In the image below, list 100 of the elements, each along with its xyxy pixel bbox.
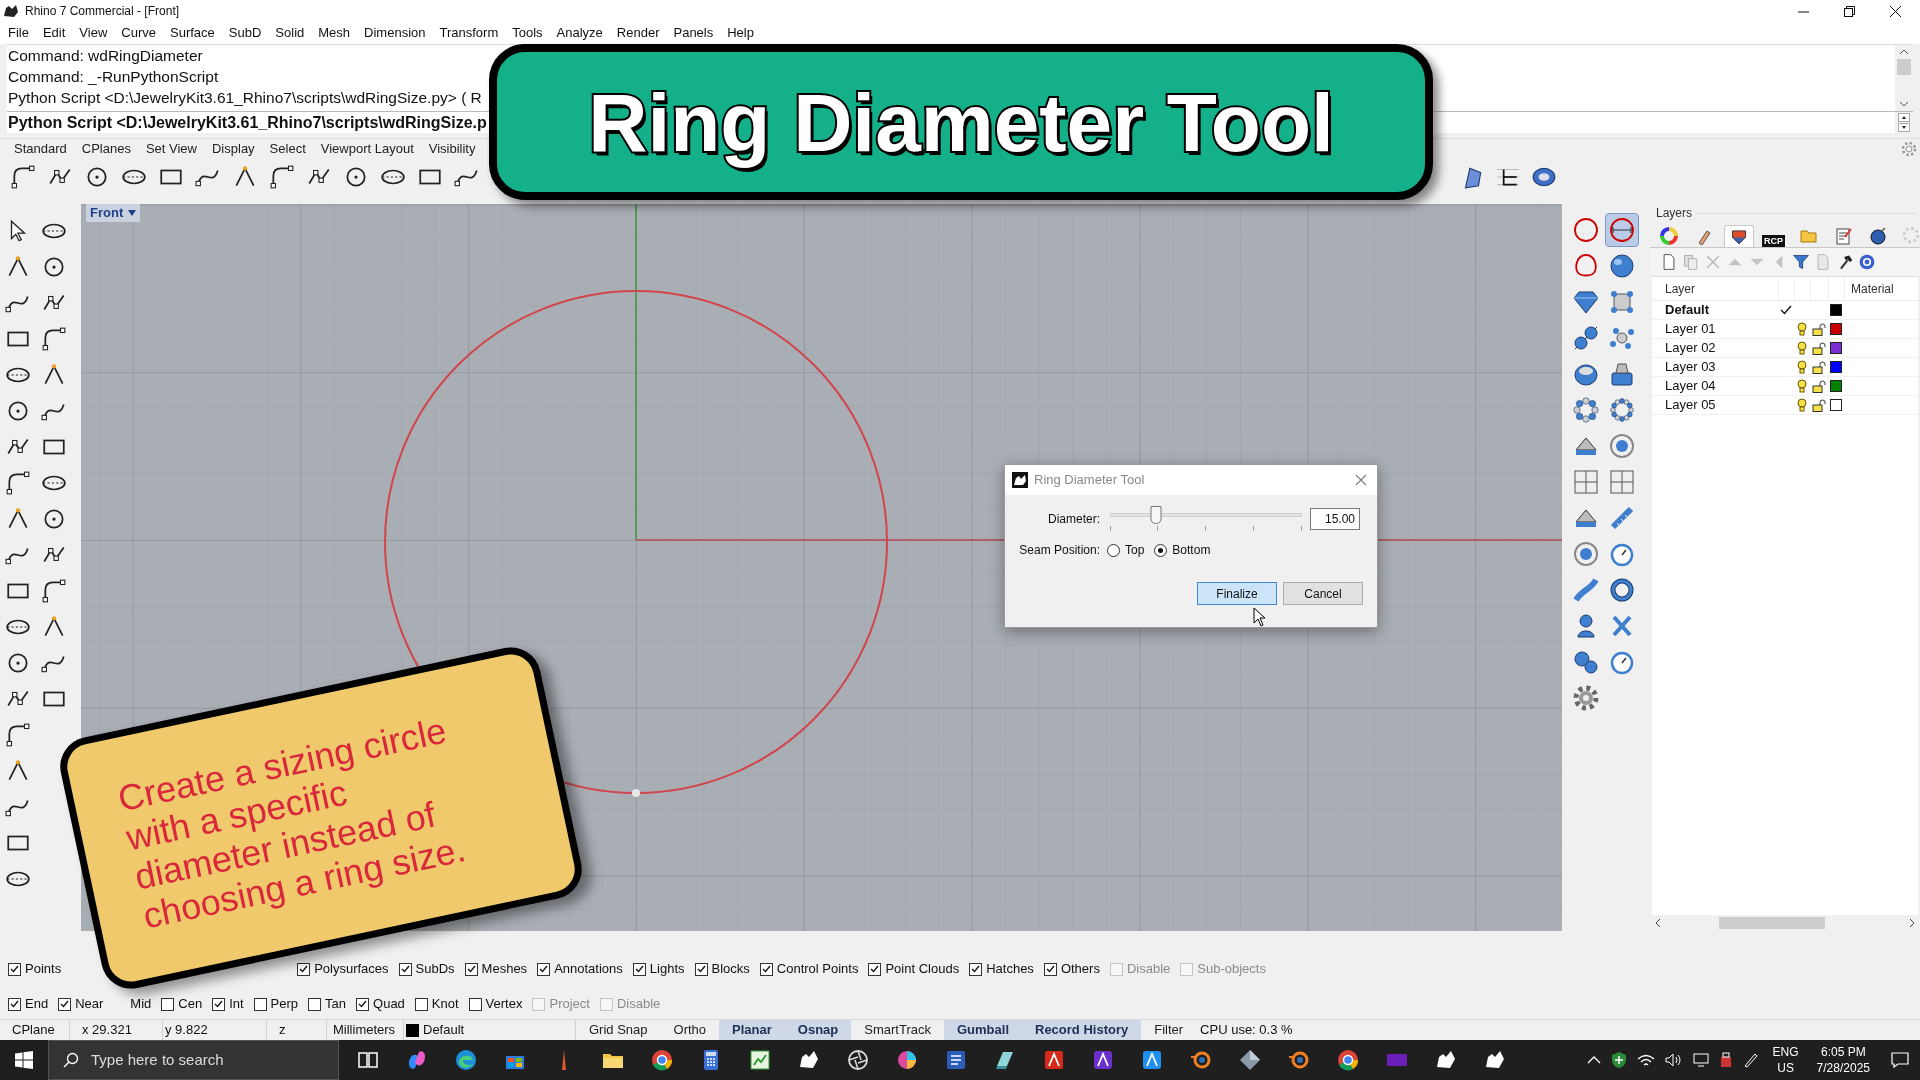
checkbox[interactable] [468, 997, 482, 1011]
display-icon[interactable] [1692, 1053, 1709, 1067]
osnap-label[interactable]: Int [229, 994, 244, 1014]
layer-color-swatch[interactable] [1830, 304, 1842, 316]
scroll-right-icon[interactable] [1909, 919, 1915, 927]
slider-track[interactable] [1110, 506, 1302, 524]
checkbox[interactable] [356, 997, 370, 1011]
spin-down-button[interactable] [1898, 123, 1910, 132]
menu-item[interactable]: Transform [432, 23, 506, 43]
network-icon[interactable] [1636, 1053, 1655, 1067]
radio-button[interactable] [1154, 543, 1168, 557]
lock-icon[interactable] [1812, 322, 1826, 336]
checkbox[interactable] [969, 962, 983, 976]
notification-icon[interactable] [1891, 1052, 1909, 1068]
menu-item[interactable]: SubD [221, 23, 269, 43]
checkbox[interactable] [464, 962, 478, 976]
status-toggle[interactable]: Filter [1141, 1020, 1197, 1040]
menu-item[interactable]: Help [720, 23, 761, 43]
layer-color-swatch[interactable] [1830, 323, 1842, 335]
language-indicator[interactable]: ENG [1772, 1044, 1799, 1060]
menu-item[interactable]: Mesh [311, 23, 358, 43]
filter-label[interactable]: Control Points [776, 959, 859, 979]
arc-curve-icon[interactable] [41, 578, 67, 604]
dialog-button[interactable]: Finalize [1197, 582, 1277, 605]
osnap-label[interactable]: End [25, 994, 49, 1014]
filter-icon[interactable] [1792, 253, 1810, 271]
checkbox[interactable] [868, 962, 882, 976]
layer-color-swatch[interactable] [1830, 361, 1842, 373]
scroll-left-icon[interactable] [1655, 919, 1661, 927]
lock-icon[interactable] [1812, 379, 1826, 393]
osnap-label[interactable]: Vertex [485, 994, 523, 1014]
status-toggle[interactable]: Record History [1022, 1020, 1142, 1040]
search-field[interactable]: Type here to search [48, 1040, 339, 1080]
radio-label[interactable]: Bottom [1172, 541, 1211, 559]
filter-label[interactable]: Meshes [481, 959, 528, 979]
osnap-label[interactable]: Perp [270, 994, 299, 1014]
round-browser-icon[interactable] [1335, 1048, 1360, 1072]
layer-color-swatch[interactable] [1830, 380, 1842, 392]
filter-label[interactable]: Lights [649, 959, 685, 979]
arc-curve-icon[interactable] [9, 164, 36, 190]
osnap-label[interactable]: Quad [373, 994, 405, 1014]
column-header[interactable]: Layer [1665, 279, 1778, 298]
menu-item[interactable]: Curve [114, 23, 163, 43]
toolbar-tab[interactable]: Select [269, 138, 306, 159]
toolbar-tab[interactable]: Viewport Layout [320, 138, 414, 159]
layer-name[interactable]: Layer 04 [1665, 376, 1778, 396]
arc-curve-icon[interactable] [268, 164, 295, 190]
menu-item[interactable]: Panels [666, 23, 721, 43]
checkbox[interactable] [212, 997, 226, 1011]
checkbox[interactable] [694, 962, 708, 976]
layer-name[interactable]: Layer 05 [1665, 395, 1778, 415]
checkbox[interactable] [308, 997, 322, 1011]
filter-label[interactable]: Polysurfaces [314, 959, 389, 979]
menu-item[interactable]: Edit [35, 23, 73, 43]
status-toggle[interactable]: Gumball [944, 1020, 1022, 1040]
radio-label[interactable]: Top [1125, 541, 1145, 559]
filter-label[interactable]: Blocks [711, 959, 750, 979]
region-indicator[interactable]: US [1777, 1060, 1794, 1076]
menu-item[interactable]: File [1, 23, 36, 43]
menu-item[interactable]: Surface [163, 23, 222, 43]
checkbox[interactable] [8, 962, 21, 976]
bulb-icon[interactable] [1797, 360, 1807, 374]
dialog-button[interactable]: Cancel [1283, 582, 1363, 605]
clock-time[interactable]: 6:05 PM [1820, 1044, 1866, 1060]
shield-icon[interactable] [1610, 1051, 1627, 1069]
page-icon[interactable] [1660, 253, 1678, 271]
osnap-label[interactable]: Knot [431, 994, 459, 1014]
menu-item[interactable]: Tools [505, 23, 550, 43]
checkbox[interactable] [8, 997, 21, 1011]
viewport-tab[interactable]: Front [86, 204, 141, 222]
status-toggle[interactable]: Grid Snap [576, 1020, 661, 1040]
toolbar-tab[interactable]: Visibility [428, 138, 476, 159]
menu-item[interactable]: Dimension [357, 23, 433, 43]
status-toggle[interactable]: Planar [719, 1020, 785, 1040]
chevron-up-icon[interactable] [1586, 1055, 1601, 1065]
layers-icon[interactable] [1724, 225, 1754, 247]
bulb-icon[interactable] [1797, 379, 1807, 393]
filter-label[interactable]: Hatches [986, 959, 1034, 979]
help-icon[interactable] [1858, 253, 1876, 271]
lock-icon[interactable] [1812, 341, 1826, 355]
menu-item[interactable]: Render [609, 23, 667, 43]
checkbox[interactable] [297, 962, 311, 976]
menu-item[interactable]: View [72, 23, 115, 43]
scrollbar[interactable] [1895, 45, 1913, 111]
status-toggle[interactable]: SmartTrack [851, 1020, 944, 1040]
scroll-thumb[interactable] [1897, 59, 1911, 75]
usb-drive-icon[interactable] [1718, 1052, 1733, 1068]
filter-label[interactable]: Annotations [554, 959, 623, 979]
diameter-input[interactable]: 15.00 [1310, 508, 1360, 530]
menu-item[interactable]: Analyze [549, 23, 610, 43]
menu-item[interactable]: Solid [268, 23, 312, 43]
checkbox[interactable] [161, 997, 175, 1011]
arc-curve-icon[interactable] [5, 722, 31, 748]
lock-icon[interactable] [1812, 398, 1826, 412]
caret-icon[interactable] [128, 210, 137, 216]
bulb-icon[interactable] [1797, 322, 1807, 336]
radio-button[interactable] [1107, 543, 1120, 557]
layer-color-swatch[interactable] [1830, 342, 1842, 354]
scroll-up-icon[interactable] [1899, 49, 1909, 55]
aperture-icon[interactable] [845, 1048, 870, 1072]
